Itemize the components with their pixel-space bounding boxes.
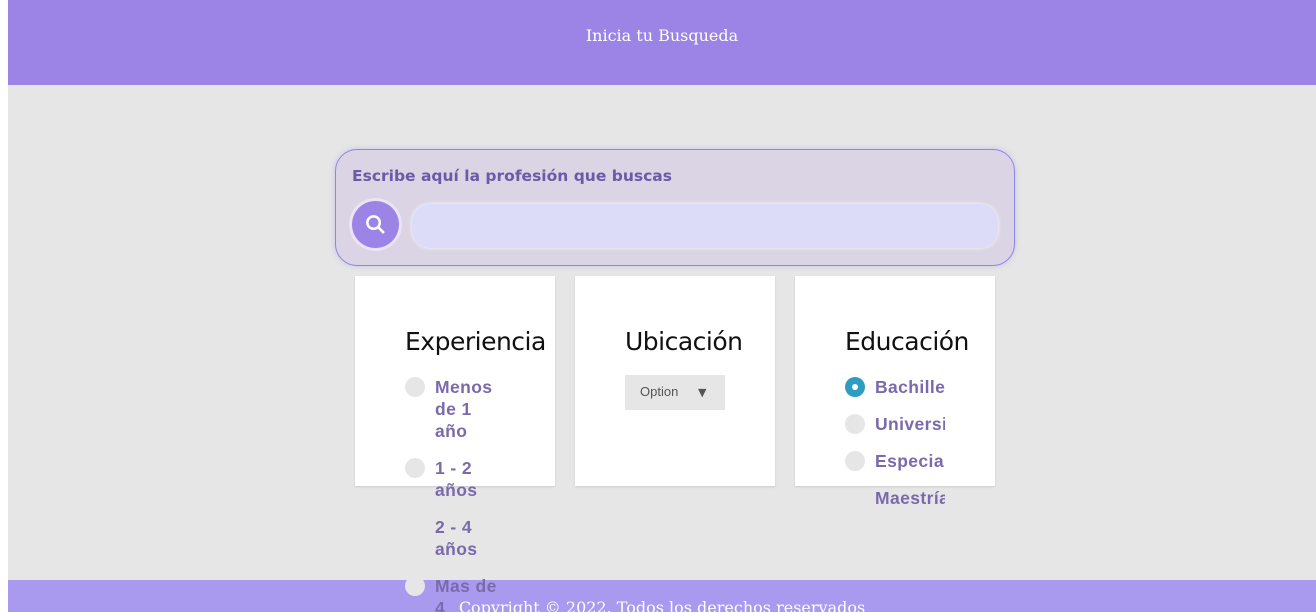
- ubicacion-select-value: Option: [640, 384, 679, 399]
- ubicacion-title: Ubicación: [625, 327, 743, 356]
- educacion-option-overflow[interactable]: Maestría: [845, 487, 945, 527]
- option-label: 1 - 2 años: [435, 458, 478, 500]
- radio[interactable]: [405, 517, 425, 537]
- radio[interactable]: [405, 458, 425, 478]
- search-button[interactable]: [352, 201, 399, 248]
- option-label: 2 - 4 años: [435, 517, 478, 559]
- option-label: Mas de 4: [435, 576, 497, 612]
- search-panel: Escribe aquí la profesión que buscas: [335, 149, 1015, 266]
- radio[interactable]: [845, 414, 865, 434]
- search-input[interactable]: [412, 204, 998, 248]
- triangle-down-icon: ▼: [698, 386, 707, 399]
- radio-checked[interactable]: [845, 377, 865, 397]
- header: Inicia tu Busqueda: [8, 0, 1316, 85]
- footer: Copyright © 2022. Todos los derechos res…: [8, 580, 1316, 612]
- search-label: Escribe aquí la profesión que buscas: [352, 167, 672, 185]
- educacion-options: Bachillerato Universidad Especialización: [795, 276, 945, 486]
- option-label: Bachillerato: [875, 377, 945, 397]
- option-label: Universidad: [875, 414, 945, 434]
- footer-text: Copyright © 2022. Todos los derechos res…: [458, 598, 866, 612]
- radio[interactable]: [405, 377, 425, 397]
- search-icon: [366, 215, 385, 234]
- radio[interactable]: [405, 576, 425, 596]
- option-label: Especialización: [875, 451, 945, 471]
- radio[interactable]: [845, 451, 865, 471]
- experiencia-title: Experiencia: [405, 327, 546, 356]
- ubicacion-card: Ubicación Option ▼: [575, 276, 775, 486]
- educacion-card: Educación Bachillerato Universidad Espec…: [795, 276, 995, 486]
- page: Inicia tu Busqueda Escribe aquí la profe…: [8, 0, 1316, 612]
- option-label: Maestría: [875, 488, 945, 508]
- header-title: Inicia tu Busqueda: [585, 26, 739, 45]
- option-label: Menos de 1 año: [435, 377, 493, 441]
- ubicacion-select[interactable]: Option ▼: [625, 375, 725, 410]
